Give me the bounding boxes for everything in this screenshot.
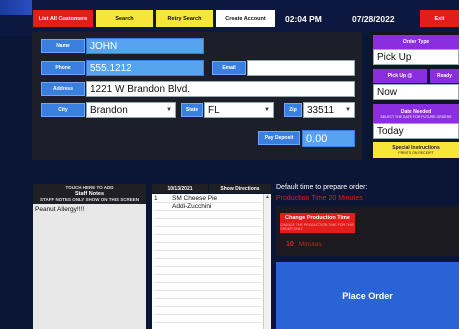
list-all-customers-button[interactable]: List All Customers [33,10,93,27]
minutes-label: Minutes [298,240,322,248]
name-field[interactable]: JOHN [86,38,204,54]
items-date: 10/13/2021 [152,184,208,193]
list-item [154,235,261,243]
change-production-time-label: Change Production Time [285,215,350,221]
phone-field[interactable]: 555.1212 [86,60,204,76]
list-item [154,251,261,259]
create-account-button[interactable]: Create Account [216,10,275,27]
special-instructions-sub: PRINTS ON RECEIPT [398,151,434,155]
production-time-text: Production Time 20 Minutes [276,195,363,202]
pickup-field[interactable]: Now [373,84,459,100]
state-label: State [181,103,203,117]
zip-value: 33511 [307,104,335,116]
pickup-label: Pick Up @ [373,69,427,83]
list-item [154,267,261,275]
place-order-button[interactable]: Place Order [276,262,459,329]
staff-notes-sub: STAFF NOTES ONLY SHOW ON THIS SCREEN [40,197,139,202]
list-item [154,275,261,283]
email-label: Email [212,61,246,75]
order-type-label: Order Type [373,35,459,49]
staff-notes-textarea[interactable]: Peanut Allergy!!!! [33,204,146,329]
phone-label: Phone [41,61,85,75]
city-value: Brandon [90,104,128,116]
address-field[interactable]: 1221 W Brandon Blvd. [86,81,355,97]
items-scrollbar[interactable]: ▲ [263,194,271,329]
state-select[interactable]: FL ▼ [204,102,274,118]
exit-button[interactable]: Exit [420,10,459,27]
special-instructions-button[interactable]: Special Instructions PRINTS ON RECEIPT [373,142,459,158]
clock-time: 02:04 PM [285,13,322,24]
date-needed-field[interactable]: Today [373,123,459,139]
logo-icon [0,0,32,15]
ready-button[interactable]: Ready [430,69,459,83]
address-label: Address [41,82,85,96]
list-item [154,243,261,251]
search-button[interactable]: Search [96,10,153,27]
minutes-value: 10 [286,240,294,248]
pay-deposit-field[interactable]: 0.00 [302,130,355,147]
list-item[interactable]: 1 SM Cheese Pie [154,195,261,203]
zip-select[interactable]: 33511 ▼ [303,102,355,118]
list-item[interactable]: Addi-Zucchini [154,203,261,211]
state-value: FL [208,104,220,116]
zip-label: Zip [284,103,302,117]
default-prep-text: Default time to prepare order: [276,184,368,191]
retry-search-button[interactable]: Retry Search [156,10,213,27]
chevron-down-icon: ▼ [264,107,270,113]
list-item [154,259,261,267]
order-type-field[interactable]: Pick Up [373,49,459,65]
clock-date: 07/28/2022 [352,13,395,24]
list-item [154,211,261,219]
minutes-display: 10 Minutes [286,238,366,250]
pay-deposit-label: Pay Deposit [258,131,300,145]
list-item [154,299,261,307]
list-item [154,307,261,315]
change-production-time-sub: CHANGE THE PRODUCTION TIME FOR THIS ORDE… [280,223,354,231]
email-field[interactable] [247,60,355,76]
city-label: City [41,103,85,117]
items-list[interactable]: 1 SM Cheese Pie Addi-Zucchini [152,194,263,329]
list-item [154,291,261,299]
list-item [154,219,261,227]
date-needed-header: Date Needed SELECT THE DATE FOR FUTURE O… [373,104,459,123]
show-directions-button[interactable]: Show Directions [209,184,271,193]
change-production-time-button[interactable]: Change Production Time CHANGE THE PRODUC… [280,213,355,233]
item-text: SM Cheese Pie [172,195,218,202]
list-item [154,227,261,235]
scroll-up-icon[interactable]: ▲ [264,194,271,200]
item-qty: 1 [154,195,158,202]
chevron-down-icon: ▼ [345,107,351,113]
date-needed-sub: SELECT THE DATE FOR FUTURE ORDERS [380,114,452,119]
item-qty [154,203,172,210]
list-item [154,315,261,323]
list-item [154,283,261,291]
item-text: Addi-Zucchini [172,203,212,210]
order-entry-screen: List All Customers Search Retry Search C… [0,0,459,329]
staff-notes-header[interactable]: TOUCH HERE TO ADD Staff Notes STAFF NOTE… [33,184,146,204]
name-label: Name [41,39,85,53]
items-header: 10/13/2021 Show Directions [152,184,271,193]
city-select[interactable]: Brandon ▼ [86,102,176,118]
chevron-down-icon: ▼ [166,107,172,113]
